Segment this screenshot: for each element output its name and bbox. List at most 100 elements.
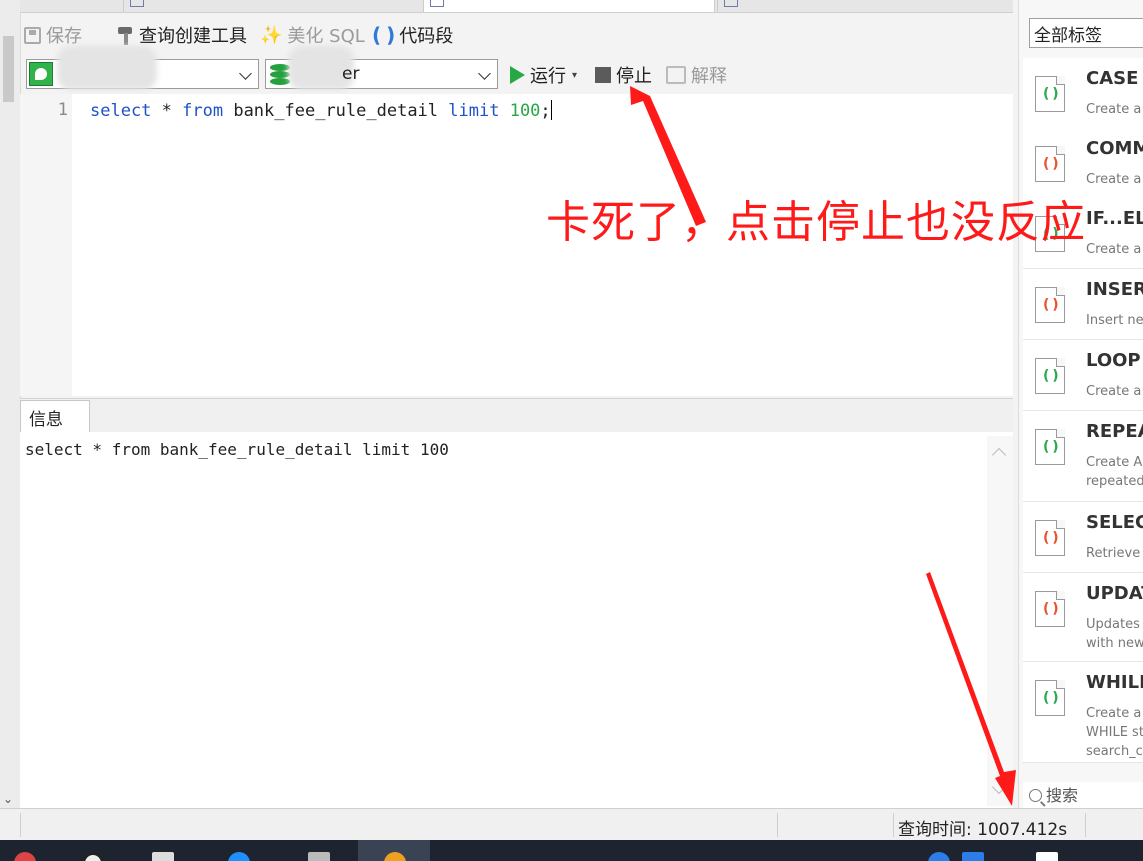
snippet-description: Create a I	[1086, 240, 1143, 259]
info-scrollbar[interactable]	[987, 436, 1013, 806]
run-dropdown-icon[interactable]: ▾	[572, 70, 577, 81]
sql-text: *	[151, 101, 183, 121]
result-tab-bar: 信息	[20, 398, 1013, 433]
save-button[interactable]: 保存	[24, 22, 82, 48]
tray-icon[interactable]	[1036, 852, 1058, 861]
database-name-visible: er	[342, 64, 360, 84]
app-icon[interactable]	[308, 852, 330, 861]
scrollbar-thumb[interactable]	[3, 36, 14, 102]
snippet-file-icon: ( )	[1035, 429, 1065, 465]
snippet-file-icon: ( )	[1035, 146, 1065, 182]
save-label: 保存	[46, 26, 82, 47]
snippet-item[interactable]: ( ) WHILE Create a V WHILE sta search_co	[1023, 662, 1143, 763]
snippet-description: Insert new	[1086, 311, 1143, 330]
mysql-connection-icon	[29, 62, 53, 86]
tab-query-2-active[interactable]	[423, 0, 715, 12]
snippet-item[interactable]: ( ) INSERT Insert new	[1023, 269, 1143, 340]
snippet-file-icon: ( )	[1035, 76, 1065, 112]
play-icon	[510, 66, 525, 84]
snippet-title: UPDAT	[1086, 583, 1143, 604]
snippet-title: IF...ELS	[1086, 208, 1143, 229]
status-divider	[20, 813, 21, 837]
app-icon[interactable]	[152, 852, 174, 861]
sql-keyword: select	[90, 101, 152, 121]
tab-query-1[interactable]	[123, 0, 418, 12]
snippet-file-icon: ( )	[1035, 520, 1065, 556]
snippet-title: REPEA	[1086, 421, 1143, 442]
snippet-description: Updates c with new	[1086, 615, 1143, 653]
search-placeholder: 搜索	[1046, 786, 1079, 805]
snippet-item[interactable]: ( ) UPDAT Updates c with new	[1023, 573, 1143, 662]
connection-toolbar: er 运行 ▾ 停止 解释	[20, 46, 1013, 92]
snippet-description-line: Updates c	[1086, 617, 1143, 632]
table-icon	[430, 0, 444, 7]
run-button[interactable]: 运行 ▾	[510, 62, 577, 88]
tab-info[interactable]: 信息	[20, 400, 90, 432]
table-icon	[130, 0, 144, 7]
tab-objects[interactable]	[20, 0, 115, 12]
text-caret	[550, 100, 552, 120]
code-brace-icon: ( )	[372, 23, 395, 47]
beautify-sql-button[interactable]: ✨ 美化 SQL	[260, 22, 365, 48]
sql-number: 100	[509, 101, 541, 121]
snippet-file-icon: ( )	[1035, 358, 1065, 394]
left-scrollbar[interactable]: ⌄	[0, 0, 21, 808]
magic-wand-icon: ✨	[260, 24, 283, 46]
editor-tab-strip	[20, 0, 1013, 13]
snippet-item[interactable]: ( )CASE流Create a c	[1023, 58, 1143, 129]
database-select[interactable]: er	[265, 46, 498, 90]
code-snippet-button[interactable]: ( ) 代码段	[372, 22, 453, 48]
code-line[interactable]: select * from bank_fee_rule_detail limit…	[90, 100, 552, 121]
status-divider	[777, 813, 778, 837]
snippet-title: COMM	[1086, 138, 1143, 159]
app-icon[interactable]	[14, 852, 36, 861]
query-builder-button[interactable]: 查询创建工具	[116, 22, 247, 48]
sql-semicolon: ;	[540, 101, 551, 121]
explain-icon	[666, 66, 686, 84]
scroll-down-icon[interactable]	[991, 779, 1007, 795]
snippet-search-input[interactable]: 搜索	[1023, 782, 1143, 808]
connection-select[interactable]	[26, 46, 259, 90]
snippet-item[interactable]: ( ) LOOP Create a s	[1023, 340, 1143, 411]
snippet-description-line: Create a s	[1086, 384, 1143, 399]
blurred-connection-name	[57, 46, 157, 90]
chevron-down-icon	[239, 67, 252, 80]
explain-button[interactable]: 解释	[666, 62, 727, 88]
snippet-title: CASE	[1086, 68, 1139, 89]
tab-query-3[interactable]	[717, 0, 1008, 12]
stop-button[interactable]: 停止	[595, 62, 652, 88]
query-builder-label: 查询创建工具	[139, 26, 247, 47]
snippet-title: INSERT	[1086, 279, 1143, 300]
snippet-title: WHILE	[1086, 672, 1143, 693]
scroll-up-icon[interactable]	[991, 447, 1007, 463]
snippet-description: Create a c	[1086, 100, 1143, 119]
snippet-title: LOOP	[1086, 350, 1141, 371]
code-snippet-label: 代码段	[399, 26, 454, 47]
snippet-description-line: repeated	[1086, 474, 1143, 489]
snippet-description: Retrieve r	[1086, 544, 1143, 563]
line-number: 1	[57, 100, 68, 120]
snippet-item[interactable]: ( ) SELECT Retrieve r	[1023, 502, 1143, 573]
info-message: select * from bank_fee_rule_detail limit…	[25, 440, 449, 459]
table-icon	[724, 0, 738, 7]
tray-icon[interactable]	[962, 852, 984, 861]
status-divider	[1085, 813, 1086, 837]
scroll-down-icon[interactable]: ⌄	[3, 792, 13, 806]
snippet-item[interactable]: ( ) REPEA Create A repeated	[1023, 411, 1143, 502]
hammer-icon	[116, 25, 134, 45]
sql-keyword: limit	[448, 101, 500, 121]
snippet-description-line: Create a c	[1086, 172, 1143, 187]
search-icon	[1029, 789, 1042, 802]
snippet-file-icon: ( )	[1035, 287, 1065, 323]
snippet-panel: 全部标签 ( )CASE流Create a c( )COMMCreate a c…	[1018, 0, 1143, 808]
app-icon[interactable]	[228, 852, 250, 861]
chevron-down-icon	[478, 67, 491, 80]
snippet-file-icon: ( )	[1035, 680, 1065, 716]
stop-label: 停止	[616, 66, 652, 87]
snippet-description: Create a V WHILE sta search_co	[1086, 704, 1143, 761]
snippet-description-line: Create a I	[1086, 242, 1143, 257]
tray-icon[interactable]	[928, 852, 950, 861]
tag-filter-select[interactable]: 全部标签	[1029, 18, 1143, 48]
app-icon[interactable]	[82, 852, 104, 861]
